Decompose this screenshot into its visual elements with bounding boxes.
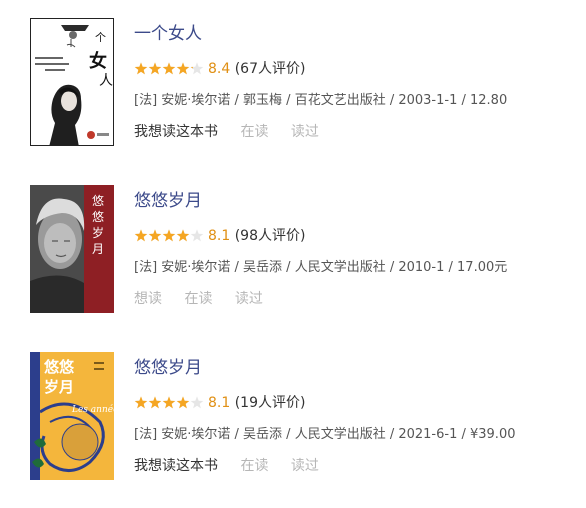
star-filled-icon [148, 396, 162, 409]
cover-title-char: 女 [89, 50, 107, 72]
book-title-link[interactable]: 悠悠岁月 [134, 356, 579, 380]
reading-button[interactable]: 在读 [240, 124, 268, 140]
rating-line: 8.4 (67人评价) [134, 59, 579, 79]
star-filled-icon [176, 62, 190, 75]
cover-title-char: 个 [95, 31, 106, 44]
star-filled-icon [148, 62, 162, 75]
action-bar: 想读 在读 读过 [134, 289, 579, 309]
cover-title-char: 人 [99, 73, 113, 89]
star-empty-icon [190, 229, 204, 242]
book-item: 悠 悠 岁 月 悠悠岁月 8.1 (98人评价) [法] 安妮·埃尔诺 / 吴岳… [0, 181, 586, 341]
rating-score: 8.1 [208, 395, 231, 411]
rating-score: 8.1 [208, 228, 231, 244]
cover-title-char: 月 [92, 242, 104, 256]
publication-info: [法] 安妮·埃尔诺 / 郭玉梅 / 百花文艺出版社 / 2003-1-1 / … [134, 93, 508, 108]
publication-info: [法] 安妮·埃尔诺 / 吴岳添 / 人民文学出版社 / 2021-6-1 / … [134, 427, 516, 442]
publication-info: [法] 安妮·埃尔诺 / 吴岳添 / 人民文学出版社 / 2010-1 / 17… [134, 260, 508, 275]
star-filled-icon [134, 62, 148, 75]
want-to-read-button[interactable]: 想读 [134, 291, 162, 307]
rating-stars-icon [134, 396, 204, 410]
book-info: 一个女人 8.4 (67人评价) [法] 安妮·埃尔诺 / 郭玉梅 / 百花文艺… [134, 22, 579, 142]
cover-art-icon: 个 女 人 [31, 19, 113, 145]
cover-title-char: 悠 [92, 209, 104, 224]
reading-button[interactable]: 在读 [240, 458, 268, 474]
cover-title-char: 岁月 [44, 378, 74, 396]
star-filled-icon [176, 229, 190, 242]
action-bar: 我想读这本书 在读 读过 [134, 456, 579, 476]
rating-line: 8.1 (98人评价) [134, 226, 579, 246]
read-button[interactable]: 读过 [291, 124, 319, 140]
rating-count[interactable]: (67人评价) [235, 61, 306, 77]
star-filled-icon [162, 396, 176, 409]
cover-art-icon: 悠 悠 岁 月 [30, 185, 114, 313]
cover-title-char: 悠悠 [43, 358, 75, 376]
read-button[interactable]: 读过 [291, 458, 319, 474]
book-info: 悠悠岁月 8.1 (19人评价) [法] 安妮·埃尔诺 / 吴岳添 / 人民文学… [134, 356, 579, 476]
reading-button[interactable]: 在读 [184, 291, 212, 307]
star-filled-icon [176, 396, 190, 409]
rating-count[interactable]: (19人评价) [235, 395, 306, 411]
rating-score: 8.4 [208, 61, 231, 77]
star-empty-icon [190, 396, 204, 409]
star-filled-icon [162, 229, 176, 242]
star-filled-icon [134, 396, 148, 409]
rating-line: 8.1 (19人评价) [134, 393, 579, 413]
star-filled-icon [162, 62, 176, 75]
rating-count[interactable]: (98人评价) [235, 228, 306, 244]
cover-title-char: 岁 [92, 225, 104, 240]
star-filled-icon [134, 229, 148, 242]
action-bar: 我想读这本书 在读 读过 [134, 122, 579, 142]
rating-stars-icon [134, 229, 204, 243]
read-button[interactable]: 读过 [235, 291, 263, 307]
book-cover[interactable]: 悠 悠 岁 月 [30, 185, 114, 313]
rating-stars-icon [134, 62, 204, 76]
book-title-link[interactable]: 一个女人 [134, 22, 579, 46]
star-filled-icon [148, 229, 162, 242]
book-title-link[interactable]: 悠悠岁月 [134, 189, 579, 213]
book-cover[interactable]: 个 女 人 [30, 18, 114, 146]
book-cover[interactable]: 悠悠 岁月 Les années [30, 352, 114, 480]
cover-art-icon: 悠悠 岁月 Les années [30, 352, 114, 480]
book-item: 悠悠 岁月 Les années 悠悠岁月 8.1 (19人评价) [法] 安妮… [0, 348, 586, 508]
want-to-read-button[interactable]: 我想读这本书 [134, 124, 218, 140]
want-to-read-button[interactable]: 我想读这本书 [134, 458, 218, 474]
cover-title-char: 悠 [92, 193, 104, 208]
book-info: 悠悠岁月 8.1 (98人评价) [法] 安妮·埃尔诺 / 吴岳添 / 人民文学… [134, 189, 579, 309]
cover-script-text: Les années [71, 404, 114, 415]
book-item: 个 女 人 一个女人 8.4 (67人评价) [法] 安妮·埃尔诺 / 郭玉梅 … [0, 14, 586, 174]
